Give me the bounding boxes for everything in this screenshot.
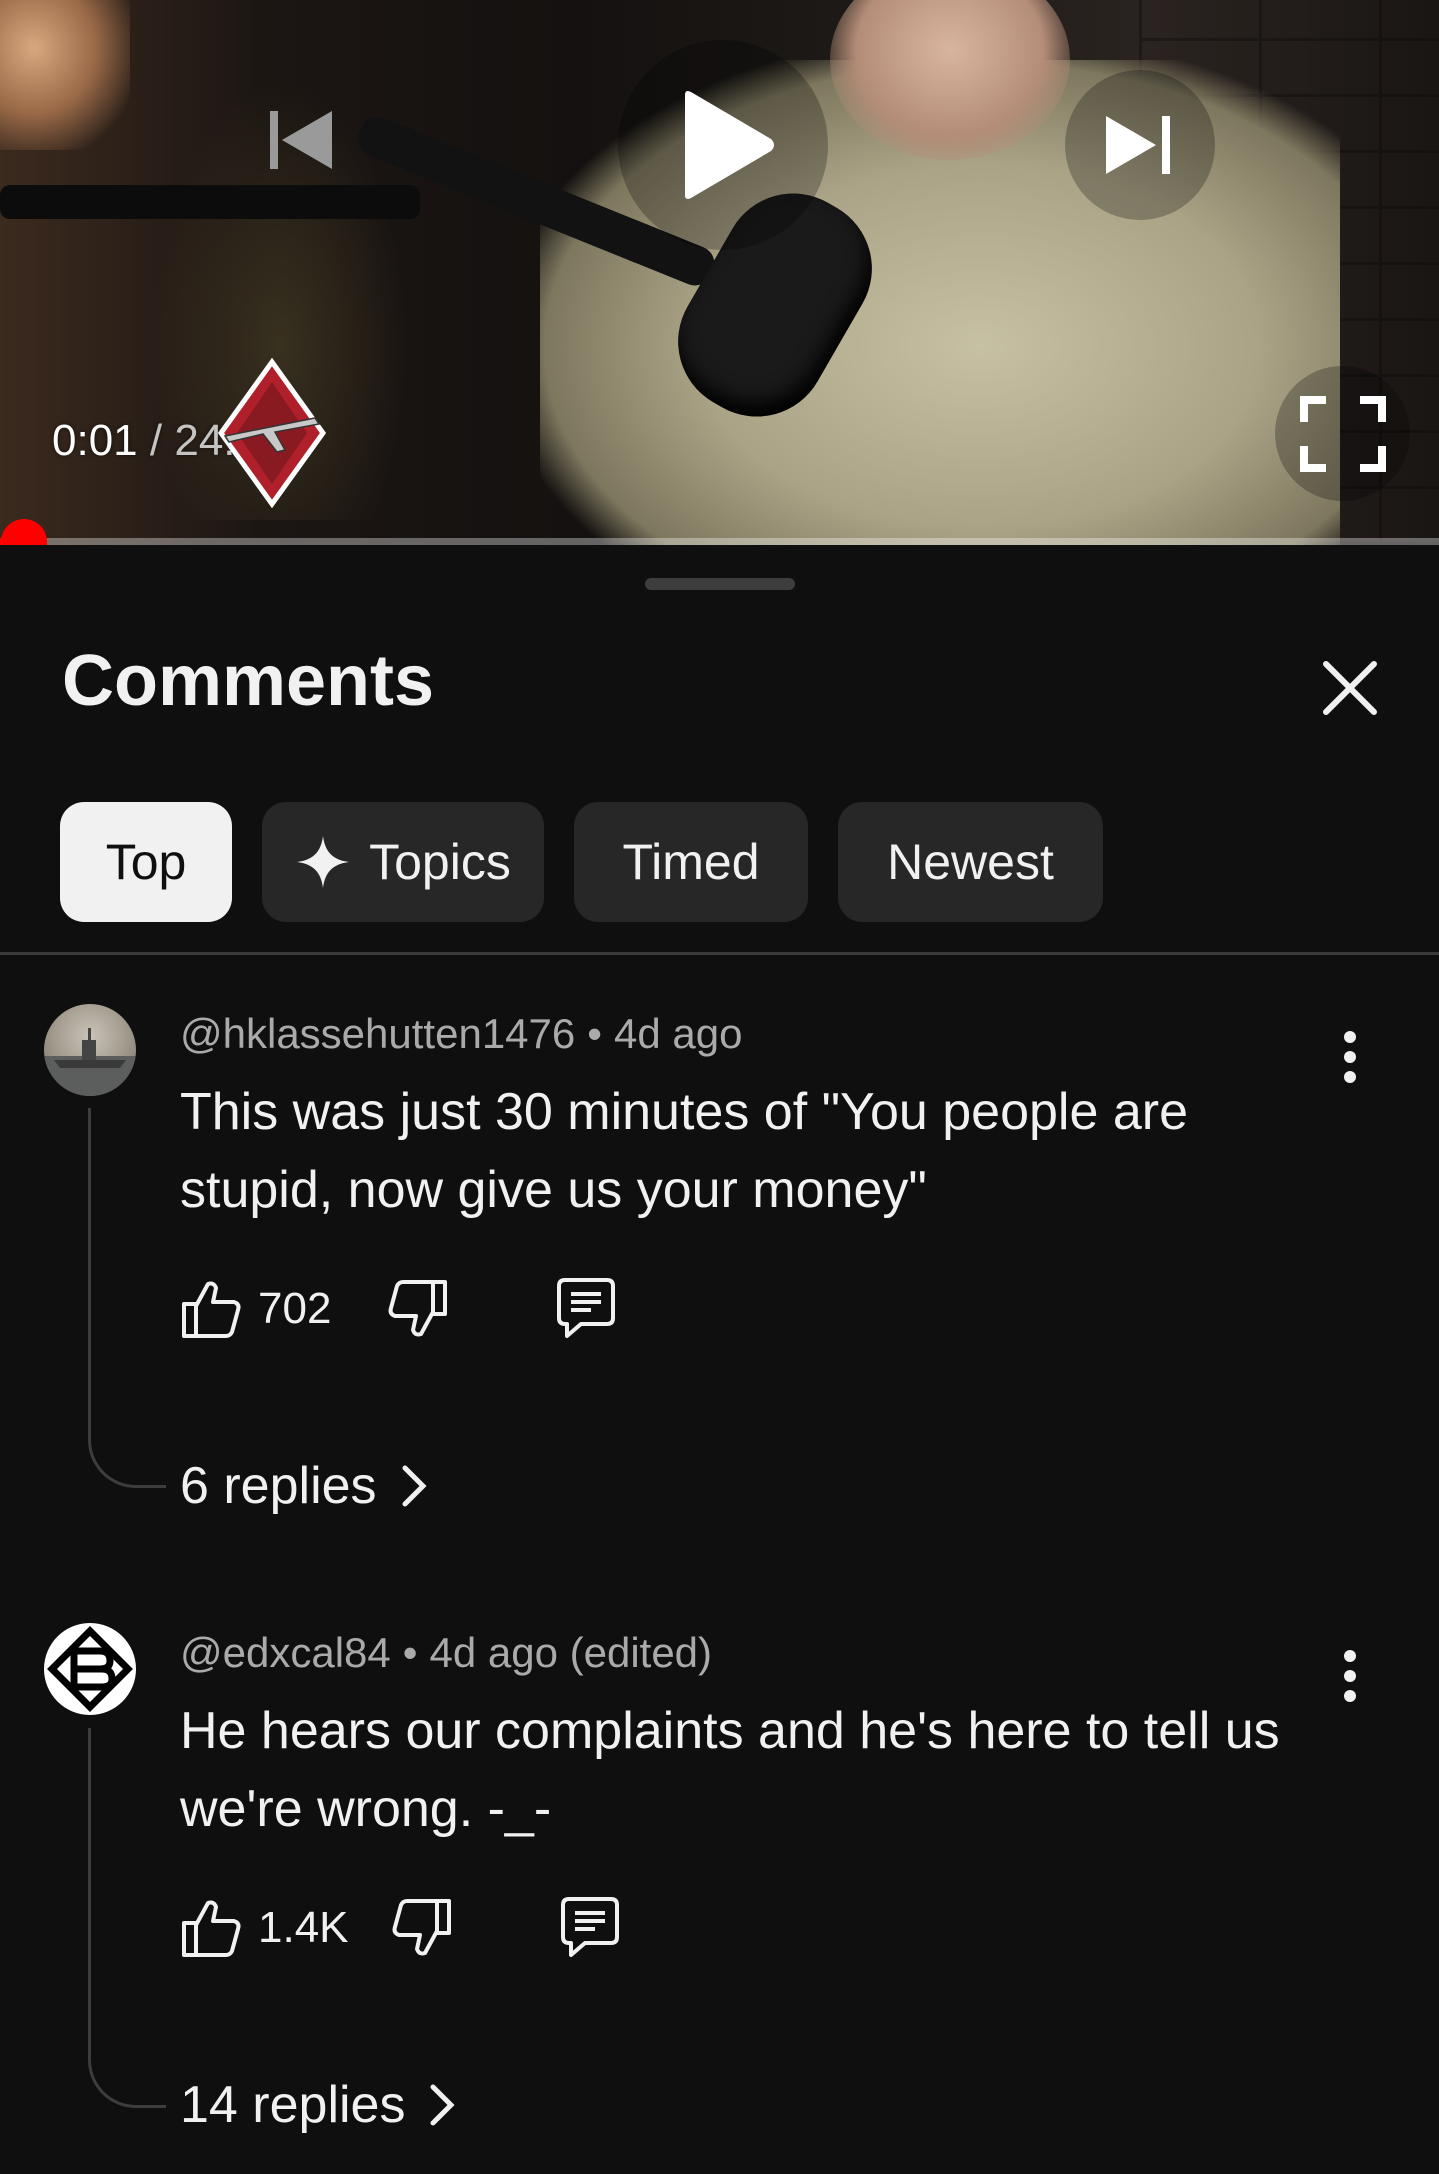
next-button[interactable]: [1065, 70, 1215, 220]
comments-panel: Comments Top Topics Timed Newest @hklass…: [0, 548, 1439, 2174]
video-player[interactable]: 0:01 / 24:46: [0, 0, 1439, 545]
reply-button[interactable]: [557, 1895, 623, 1961]
battleship-avatar-image: [44, 1028, 136, 1096]
thread-line: [88, 1108, 166, 1488]
comment-actions: 1.4K: [180, 1895, 623, 1961]
reply-icon: [557, 1278, 616, 1338]
comment-actions: 702: [180, 1276, 619, 1342]
fullscreen-icon: [1299, 395, 1386, 472]
comment-more-button[interactable]: [1315, 1641, 1385, 1711]
like-button[interactable]: 1.4K: [180, 1897, 349, 1959]
chip-timed[interactable]: Timed: [574, 802, 808, 922]
panel-title: Comments: [62, 641, 435, 721]
comment-more-button[interactable]: [1315, 1022, 1385, 1092]
chevron-right-icon: [430, 2084, 456, 2126]
video-frame-lamp: [0, 0, 130, 150]
more-vertical-icon: [1344, 1650, 1356, 1702]
video-frame-desk-arm: [0, 185, 420, 219]
channel-watermark-logo: [217, 358, 327, 508]
skip-next-icon: [1106, 116, 1170, 174]
chip-topics[interactable]: Topics: [262, 802, 544, 922]
sort-chips: Top Topics Timed Newest: [60, 802, 1103, 922]
replies-count: 6 replies: [180, 1457, 377, 1515]
thumbs-up-icon: [182, 1900, 241, 1957]
time-separator: /: [149, 416, 163, 465]
more-vertical-icon: [1344, 1031, 1356, 1083]
skip-previous-icon: [270, 111, 332, 169]
play-button[interactable]: [618, 40, 828, 250]
thumbs-up-icon: [182, 1281, 241, 1338]
progress-scrubber[interactable]: [1, 519, 47, 545]
play-icon: [685, 91, 774, 199]
previous-button[interactable]: [255, 95, 345, 185]
chip-top[interactable]: Top: [60, 802, 232, 922]
avatar[interactable]: [44, 1004, 136, 1096]
like-count: 702: [258, 1284, 332, 1333]
like-button[interactable]: 702: [180, 1278, 331, 1340]
chip-label: Top: [105, 834, 187, 890]
comment-author[interactable]: @edxcal84: [180, 1629, 391, 1676]
chip-label: Newest: [887, 834, 1054, 890]
fullscreen-button[interactable]: [1275, 366, 1410, 501]
chip-label: Topics: [369, 834, 511, 890]
comment-meta: @edxcal84 • 4d ago (edited): [180, 1629, 712, 1677]
meta-dot: •: [402, 1629, 418, 1676]
comment-text: This was just 30 minutes of "You people …: [180, 1083, 1189, 1219]
close-icon: [1323, 661, 1377, 715]
thread-line: [88, 1728, 166, 2108]
replies-count: 14 replies: [180, 2076, 406, 2134]
like-count: 1.4K: [258, 1903, 349, 1952]
comment-time: 4d ago (edited): [429, 1629, 713, 1676]
close-button[interactable]: [1305, 643, 1395, 733]
avatar[interactable]: [44, 1623, 136, 1715]
sparkle-icon: [297, 836, 350, 888]
thumbs-down-icon: [388, 1280, 448, 1337]
dislike-button[interactable]: [391, 1897, 453, 1959]
dislike-button[interactable]: [387, 1278, 449, 1340]
chevron-right-icon: [402, 1465, 427, 1507]
meta-dot: •: [587, 1010, 602, 1057]
comment-author[interactable]: @hklassehutten1476: [180, 1010, 575, 1057]
divider: [0, 952, 1439, 955]
drag-handle[interactable]: [645, 578, 795, 590]
comment-meta: @hklassehutten1476 • 4d ago: [180, 1010, 742, 1058]
reply-icon: [560, 1897, 619, 1957]
reply-button[interactable]: [553, 1276, 619, 1342]
progress-bar[interactable]: [0, 538, 1439, 545]
view-replies-button[interactable]: 14 replies: [180, 2075, 457, 2135]
comment-text: He hears our complaints and he's here to…: [180, 1702, 1280, 1838]
thumbs-down-icon: [392, 1899, 451, 1956]
comment-time: 4d ago: [613, 1010, 743, 1057]
view-replies-button[interactable]: 6 replies: [180, 1456, 429, 1516]
current-time: 0:01: [52, 416, 138, 465]
chip-newest[interactable]: Newest: [838, 802, 1103, 922]
chip-label: Timed: [622, 834, 760, 890]
geometric-logo-avatar-image: [47, 1626, 133, 1712]
